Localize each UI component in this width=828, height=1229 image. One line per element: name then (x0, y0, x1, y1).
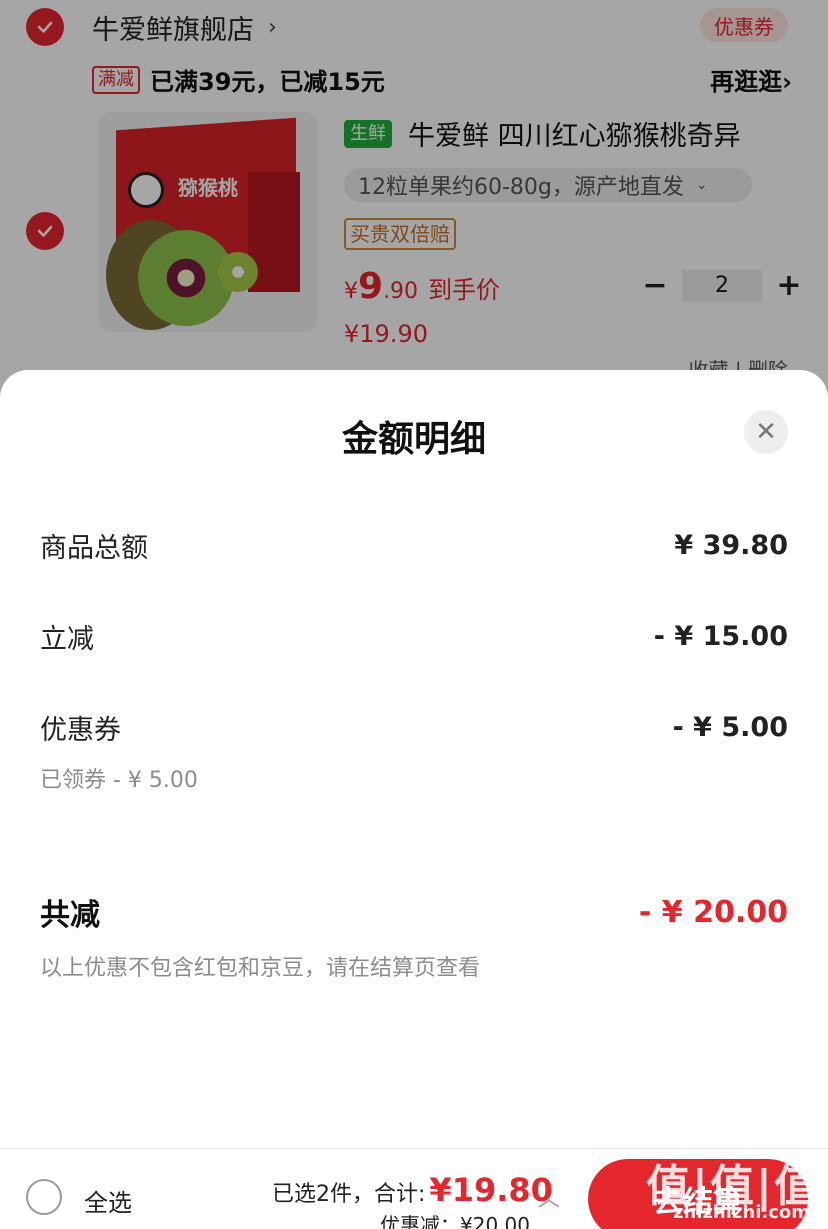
summary-label: 已选2件，合计: (272, 1182, 426, 1207)
line-label: 优惠券 (40, 715, 121, 746)
coupon-sub-detail: 已领券 - ¥ 5.00 (40, 768, 198, 793)
total-discount-row: 共减 - ¥ 20.00 (40, 890, 788, 934)
line-label: 立减 (40, 624, 94, 655)
amount-detail-sheet: 金额明细 ✕ 商品总额 ¥ 39.80 立减 - ¥ 15.00 优惠券 - ¥… (0, 370, 828, 1148)
summary-amount: ¥19.80 (429, 1171, 553, 1209)
line-value: - ¥ 5.00 (672, 712, 788, 743)
dim-overlay[interactable] (0, 0, 828, 400)
chevron-up-icon[interactable]: ︿ (538, 1181, 560, 1213)
line-goods-total: 商品总额 ¥ 39.80 (40, 526, 788, 565)
select-all-radio[interactable] (26, 1179, 62, 1215)
discount-note: 以上优惠不包含红包和京豆，请在结算页查看 (40, 956, 481, 981)
total-value: - ¥ 20.00 (638, 894, 788, 930)
line-coupon: 优惠券 - ¥ 5.00 (40, 708, 788, 747)
summary: 已选2件，合计: ¥19.80 (272, 1171, 553, 1209)
close-icon[interactable]: ✕ (744, 410, 788, 454)
line-value: - ¥ 15.00 (653, 621, 788, 652)
sheet-title: 金额明细 (341, 419, 486, 460)
line-label: 商品总额 (40, 533, 148, 564)
saved-amount: 优惠减：¥20.00 (380, 1213, 530, 1229)
line-value: ¥ 39.80 (674, 530, 788, 561)
watermark-url: zhizhizhi.com (672, 1202, 810, 1223)
total-label: 共减 (40, 898, 100, 933)
line-instant-discount: 立减 - ¥ 15.00 (40, 617, 788, 656)
select-all-label[interactable]: 全选 (84, 1183, 132, 1218)
